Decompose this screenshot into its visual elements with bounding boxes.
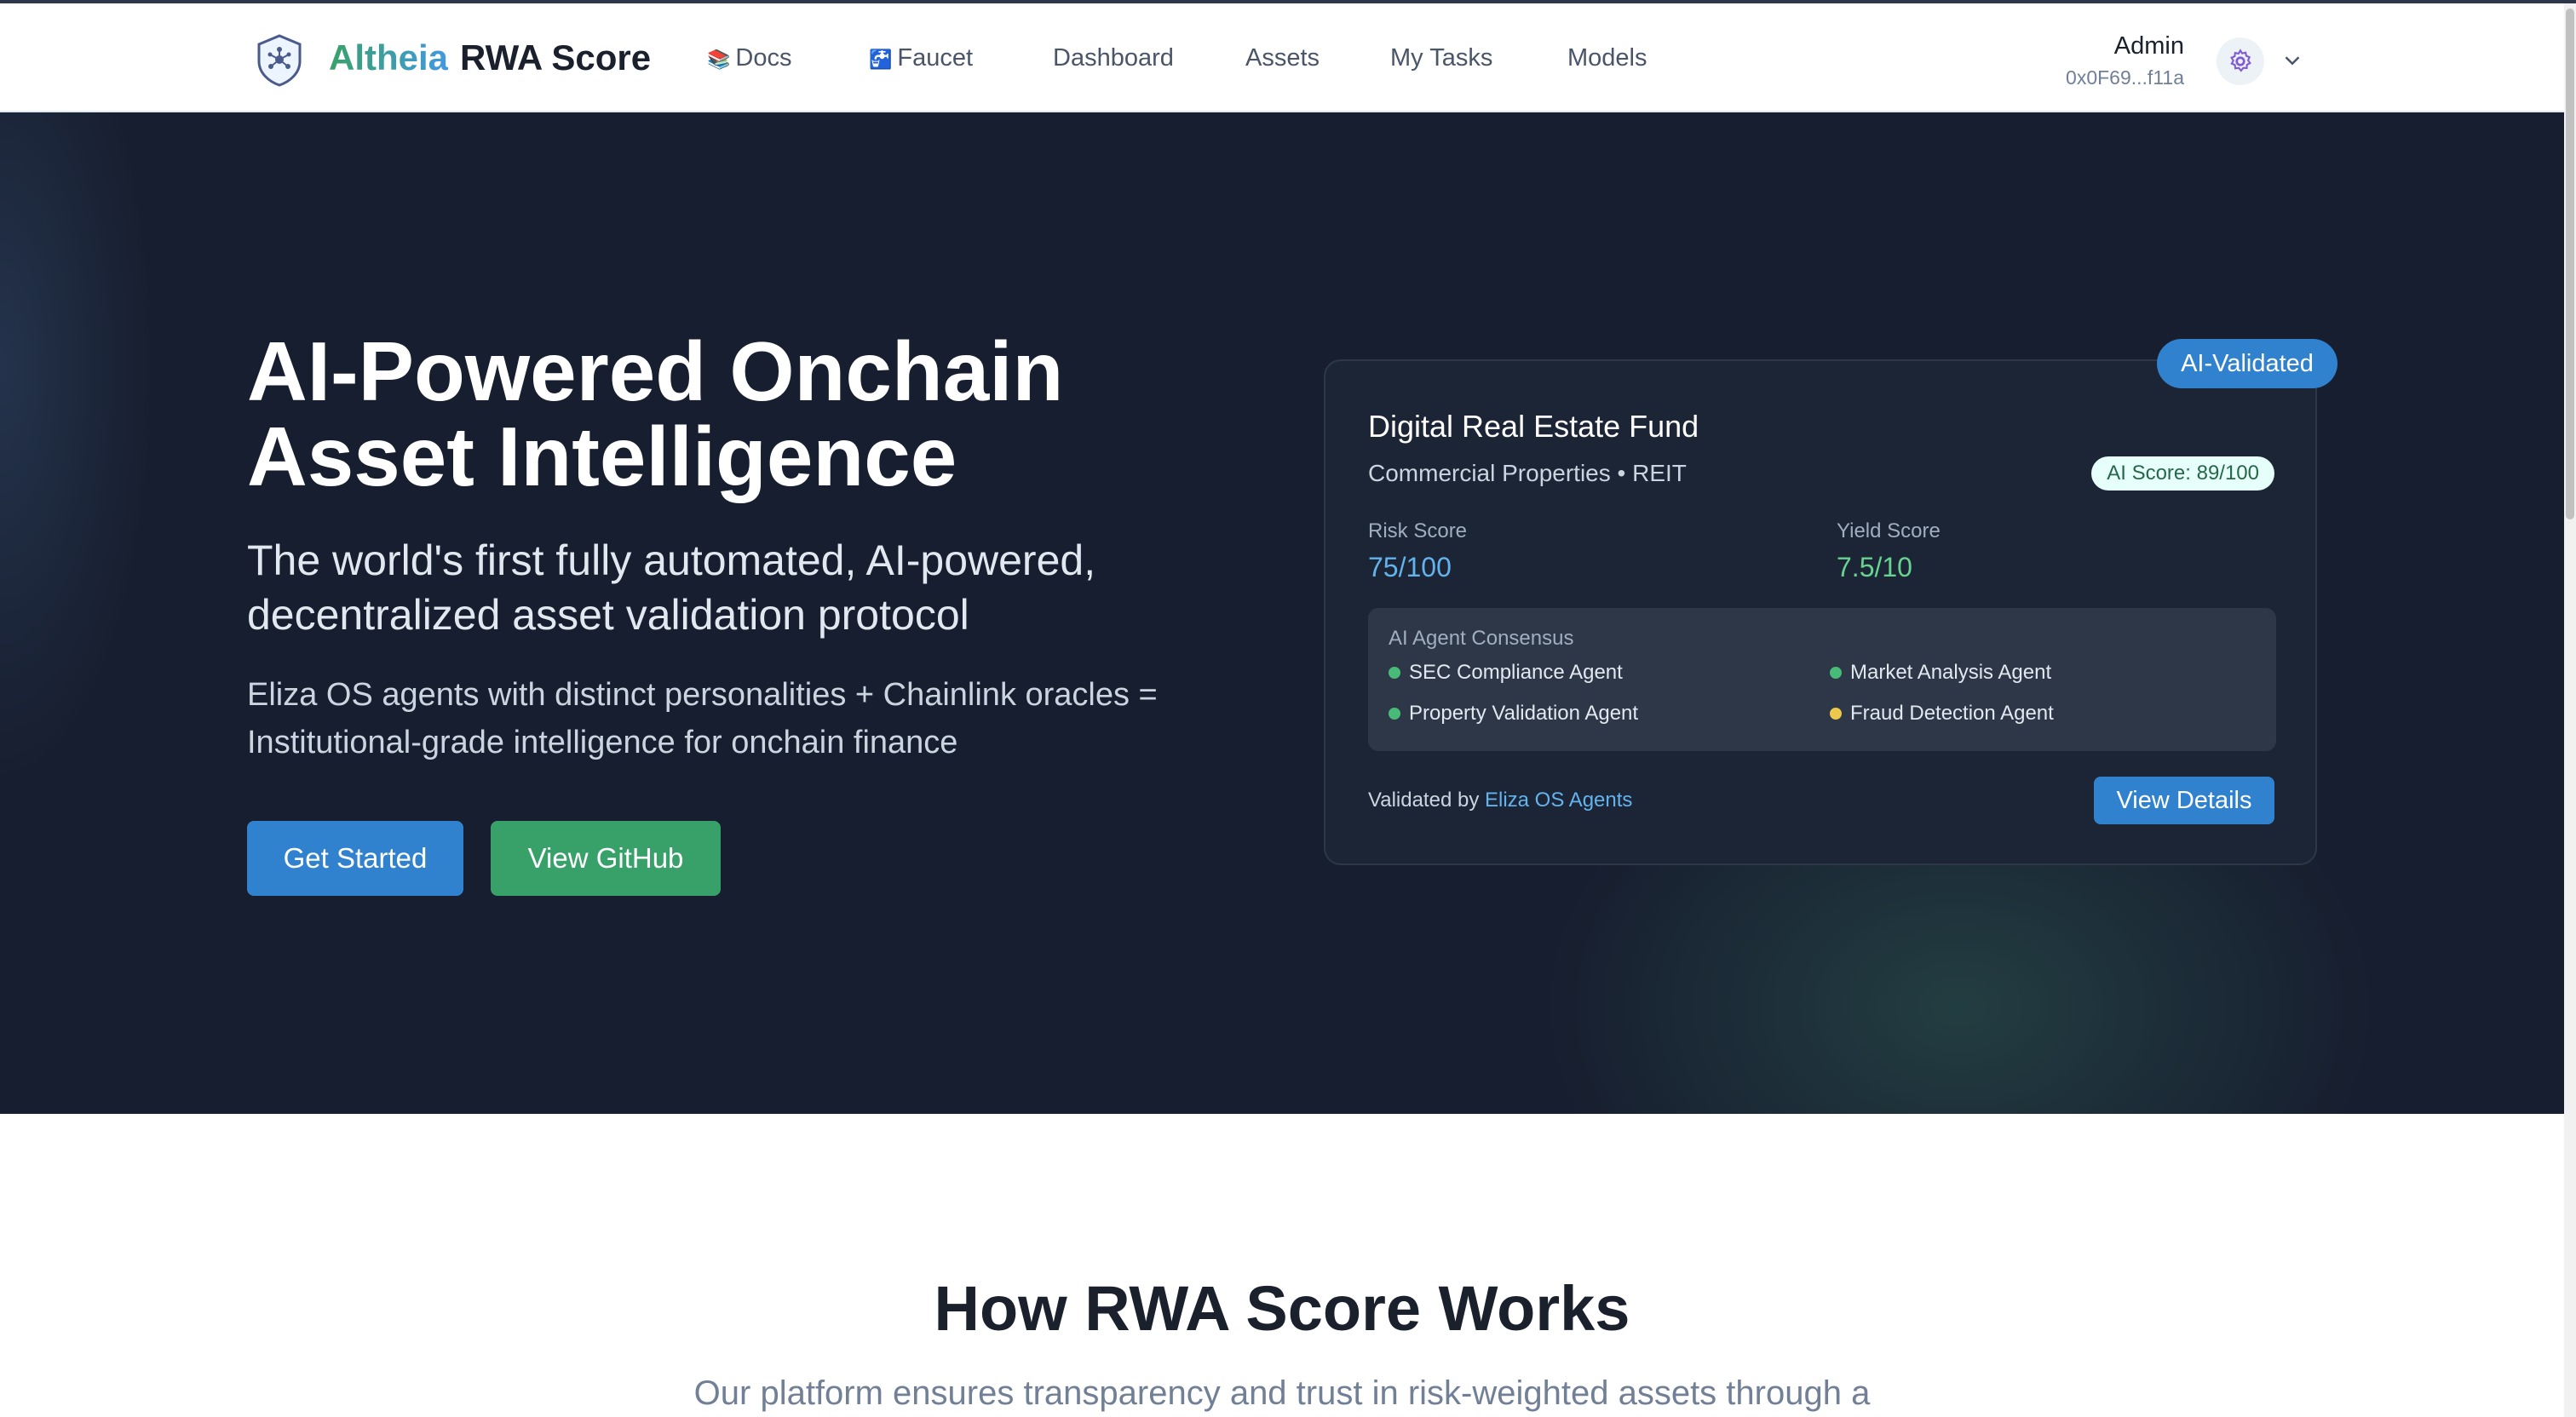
asset-title: Digital Real Estate Fund xyxy=(1368,409,1699,444)
agent-label: Property Validation Agent xyxy=(1409,702,1639,725)
scrollbar-thumb[interactable] xyxy=(2566,9,2574,519)
books-icon: 📚 xyxy=(707,49,731,70)
status-dot-green xyxy=(1389,667,1400,679)
status-dot-yellow xyxy=(1830,708,1842,720)
agent-label: SEC Compliance Agent xyxy=(1409,661,1623,684)
user-avatar[interactable] xyxy=(2217,37,2264,85)
hero-subtitle: The world's first fully automated, AI-po… xyxy=(247,536,1096,639)
chevron-down-icon[interactable] xyxy=(2280,48,2305,73)
nav-dashboard[interactable]: Dashboard xyxy=(1053,44,1174,72)
agent-label: Market Analysis Agent xyxy=(1850,661,2052,684)
top-nav-bar: Altheia RWA Score 📚 Docs 🚰 Faucet Dashboar… xyxy=(0,3,2564,112)
agent-item-property: Property Validation Agent xyxy=(1389,702,1638,726)
view-details-button[interactable]: View Details xyxy=(2094,777,2274,824)
status-dot-green xyxy=(1389,708,1400,720)
brand-name-rwa-score[interactable]: RWA Score xyxy=(460,37,651,78)
agent-label: Fraud Detection Agent xyxy=(1850,702,2054,725)
brand-name-altheia[interactable]: Altheia xyxy=(329,37,448,78)
faucet-icon: 🚰 xyxy=(869,49,893,70)
user-name: Admin xyxy=(2113,32,2184,60)
nav-my-tasks[interactable]: My Tasks xyxy=(1390,44,1492,72)
eliza-os-agents-link[interactable]: Eliza OS Agents xyxy=(1485,789,1632,812)
risk-score-value: 75/100 xyxy=(1368,552,1452,582)
hero-title: AI-Powered Onchain Asset Intelligence xyxy=(247,329,1354,499)
section-title: How RWA Score Works xyxy=(934,1273,1630,1344)
risk-score-label: Risk Score xyxy=(1368,519,1468,542)
nav-docs[interactable]: 📚 Docs xyxy=(707,44,791,72)
ai-validated-badge: AI-Validated xyxy=(2157,339,2337,388)
hero-title-line1: AI-Powered Onchain xyxy=(247,324,1064,418)
page-scrollbar[interactable] xyxy=(2564,3,2576,1417)
agent-consensus-panel: AI Agent Consensus SEC Compliance Agent … xyxy=(1368,608,2276,751)
nav-faucet-label: Faucet xyxy=(897,44,974,72)
agent-item-sec: SEC Compliance Agent xyxy=(1389,661,1623,685)
wallet-address: 0x0F69...f11a xyxy=(2066,66,2184,89)
validated-by-prefix: Validated by xyxy=(1368,789,1480,812)
view-github-button[interactable]: View GitHub xyxy=(491,821,721,896)
yield-score-value: 7.5/10 xyxy=(1837,552,1912,582)
agent-item-market: Market Analysis Agent xyxy=(1830,661,2051,685)
section-subtitle: Our platform ensures transparency and tr… xyxy=(693,1374,1871,1412)
hero-title-line2: Asset Intelligence xyxy=(247,410,957,503)
yield-score-label: Yield Score xyxy=(1837,519,1941,542)
ai-score-badge: AI Score: 89/100 xyxy=(2091,456,2274,490)
nav-models[interactable]: Models xyxy=(1567,44,1647,72)
hero-description: Eliza OS agents with distinct personalit… xyxy=(247,677,1158,760)
shield-network-icon[interactable] xyxy=(252,32,307,87)
validated-by-text: Validated by Eliza OS Agents xyxy=(1368,789,1632,812)
asset-preview-card: Digital Real Estate Fund Commercial Prop… xyxy=(1324,359,2317,865)
nav-docs-label: Docs xyxy=(735,44,792,72)
settings-gear-icon xyxy=(2230,49,2251,72)
nav-assets[interactable]: Assets xyxy=(1245,44,1320,72)
agent-item-fraud: Fraud Detection Agent xyxy=(1830,702,2054,726)
get-started-button[interactable]: Get Started xyxy=(247,821,463,896)
asset-subtitle: Commercial Properties • REIT xyxy=(1368,460,1687,486)
status-dot-green xyxy=(1830,667,1842,679)
nav-faucet[interactable]: 🚰 Faucet xyxy=(869,44,973,72)
consensus-title: AI Agent Consensus xyxy=(1389,627,1574,650)
